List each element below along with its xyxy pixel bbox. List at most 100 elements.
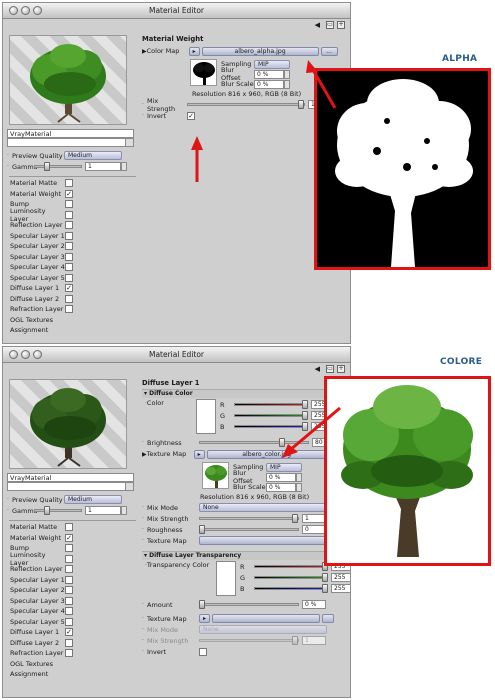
- material-name-field[interactable]: VrayMaterial: [7, 473, 134, 482]
- gamma-slider[interactable]: [34, 162, 82, 171]
- texture-map-3-menu-button[interactable]: ▸: [199, 614, 210, 623]
- channel-checkbox[interactable]: ✓: [65, 628, 73, 637]
- channel-row[interactable]: Specular Layer 5: [7, 617, 138, 628]
- channel-row[interactable]: Specular Layer 2: [7, 241, 138, 252]
- roughness-slider[interactable]: [199, 525, 299, 534]
- invert-checkbox[interactable]: [199, 647, 207, 656]
- channel-row[interactable]: Material Weight ✓: [7, 533, 138, 544]
- title-bar[interactable]: Material Editor: [3, 347, 350, 363]
- channel-checkbox[interactable]: [65, 263, 73, 272]
- title-bar[interactable]: Material Editor: [3, 3, 350, 19]
- rgb-slider-b[interactable]: [254, 584, 328, 593]
- transparency-color-swatch[interactable]: [216, 561, 236, 596]
- channel-checkbox[interactable]: [65, 596, 73, 605]
- texture-map-menu-button[interactable]: ▸: [193, 449, 205, 459]
- channel-row[interactable]: Material Weight ✓: [7, 189, 138, 200]
- new-window-icon[interactable]: +: [337, 365, 345, 373]
- mix-mode-select[interactable]: None: [199, 503, 327, 512]
- channel-checkbox[interactable]: [65, 607, 73, 616]
- channel-checkbox[interactable]: [65, 252, 73, 261]
- new-window-icon[interactable]: +: [337, 21, 345, 29]
- channel-checkbox[interactable]: [65, 544, 73, 553]
- gamma-stepper[interactable]: [121, 162, 127, 171]
- channel-row[interactable]: Specular Layer 4: [7, 262, 138, 273]
- mix-strength-slider[interactable]: [199, 514, 299, 523]
- channel-row[interactable]: OGL Textures: [7, 315, 138, 326]
- channel-row[interactable]: Refraction Layer: [7, 648, 138, 659]
- channel-row[interactable]: Specular Layer 3: [7, 596, 138, 607]
- material-preview[interactable]: [9, 379, 127, 469]
- channel-checkbox[interactable]: [65, 210, 73, 219]
- texture-map-2-button[interactable]: [199, 536, 327, 545]
- channel-row[interactable]: Assignment: [7, 669, 138, 680]
- channel-checkbox[interactable]: [65, 554, 73, 563]
- blur-offset-stepper[interactable]: [296, 472, 302, 482]
- channel-checkbox[interactable]: [65, 565, 73, 574]
- amount-slider[interactable]: [199, 600, 299, 609]
- channel-row[interactable]: Specular Layer 3: [7, 252, 138, 263]
- channel-checkbox[interactable]: [65, 523, 73, 532]
- roughness-field[interactable]: 0: [302, 525, 326, 534]
- gamma-field[interactable]: 1: [85, 506, 121, 515]
- gamma-stepper[interactable]: [121, 506, 127, 515]
- channel-row[interactable]: OGL Textures: [7, 659, 138, 670]
- channel-checkbox[interactable]: [65, 221, 73, 230]
- collapse-arrow-icon[interactable]: ◀: [315, 21, 320, 29]
- gamma-field[interactable]: 1: [85, 162, 121, 171]
- channel-checkbox[interactable]: [65, 638, 73, 647]
- channel-checkbox[interactable]: [65, 179, 73, 188]
- transparency-header[interactable]: ▾ Diffuse Layer Transparency: [142, 551, 350, 560]
- color-map-file-button[interactable]: albero_alpha.jpg: [201, 46, 319, 56]
- diffuse-color-header[interactable]: ▾ Diffuse Color: [142, 389, 350, 398]
- channel-checkbox[interactable]: [65, 305, 73, 314]
- rgb-slider-r[interactable]: [254, 562, 328, 571]
- rgb-slider-g[interactable]: [254, 573, 328, 582]
- channel-checkbox[interactable]: [65, 200, 73, 209]
- channel-checkbox[interactable]: [65, 294, 73, 303]
- channel-row[interactable]: Specular Layer 4: [7, 606, 138, 617]
- preview-quality-select[interactable]: Medium: [64, 151, 122, 160]
- channel-checkbox[interactable]: ✓: [65, 284, 73, 293]
- blur-scale-field[interactable]: 0 %: [266, 482, 296, 492]
- channel-row[interactable]: Material Matte: [7, 178, 138, 189]
- mix-strength-field[interactable]: 1: [302, 514, 326, 523]
- channel-checkbox[interactable]: [65, 242, 73, 251]
- channel-row[interactable]: Luminosity Layer: [7, 207, 138, 223]
- channel-checkbox[interactable]: [65, 575, 73, 584]
- channel-checkbox[interactable]: [65, 586, 73, 595]
- texture-map-3-button[interactable]: [212, 614, 320, 623]
- channel-row[interactable]: Assignment: [7, 325, 138, 336]
- blur-offset-field[interactable]: 0 %: [266, 472, 296, 482]
- diffuse-color-swatch[interactable]: [196, 399, 216, 434]
- channel-row[interactable]: Specular Layer 1: [7, 231, 138, 242]
- channel-row[interactable]: Refraction Layer: [7, 304, 138, 315]
- channel-checkbox[interactable]: [65, 649, 73, 658]
- rgb-field-b[interactable]: 255: [331, 584, 350, 593]
- channel-checkbox[interactable]: ✓: [65, 189, 73, 198]
- collapse-arrow-icon[interactable]: ◀: [315, 365, 320, 373]
- channel-row[interactable]: Diffuse Layer 1 ✓: [7, 283, 138, 294]
- channel-checkbox[interactable]: [65, 273, 73, 282]
- material-name-field[interactable]: VrayMaterial: [7, 129, 134, 138]
- channel-checkbox[interactable]: [65, 231, 73, 240]
- channel-row[interactable]: Reflection Layer: [7, 564, 138, 575]
- channel-row[interactable]: Diffuse Layer 1 ✓: [7, 627, 138, 638]
- rgb-field-g[interactable]: 255: [331, 573, 350, 582]
- color-map-browse-button[interactable]: ...: [320, 46, 338, 56]
- gamma-slider[interactable]: [34, 506, 82, 515]
- layout-icon[interactable]: ▭: [326, 365, 334, 373]
- channel-row[interactable]: Material Matte: [7, 522, 138, 533]
- channel-row[interactable]: Specular Layer 1: [7, 575, 138, 586]
- channel-checkbox[interactable]: [65, 617, 73, 626]
- channel-row[interactable]: Reflection Layer: [7, 220, 138, 231]
- material-preview[interactable]: [9, 35, 127, 125]
- channel-row[interactable]: Diffuse Layer 2: [7, 294, 138, 305]
- blur-scale-stepper[interactable]: [296, 482, 302, 492]
- color-map-menu-button[interactable]: ▸: [188, 46, 200, 56]
- channel-row[interactable]: Specular Layer 2: [7, 585, 138, 596]
- amount-field[interactable]: 0 %: [302, 600, 326, 609]
- texture-map-3-extra-button[interactable]: [322, 614, 334, 623]
- channel-row[interactable]: Luminosity Layer: [7, 551, 138, 567]
- material-name-dropdown[interactable]: [7, 482, 134, 491]
- channel-row[interactable]: Diffuse Layer 2: [7, 638, 138, 649]
